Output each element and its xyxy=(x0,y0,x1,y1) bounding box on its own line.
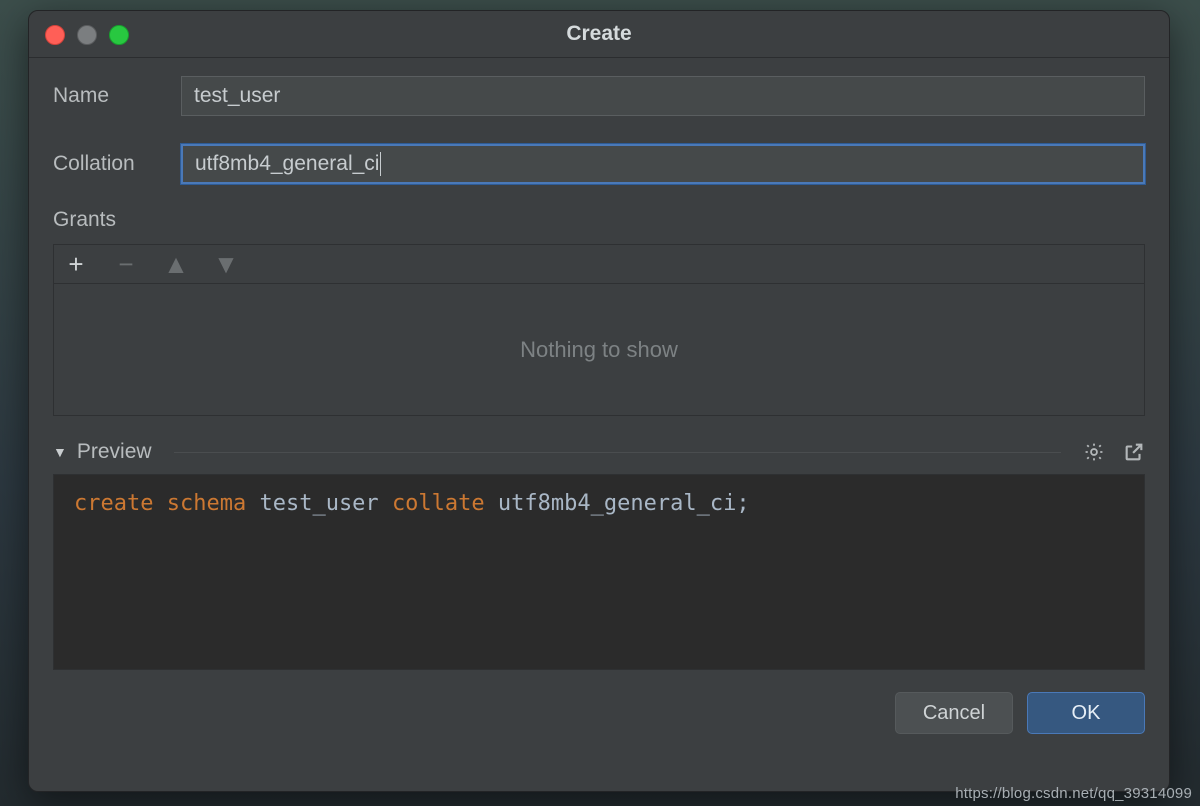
sql-kw-create: create xyxy=(74,491,153,516)
move-up-icon: ▲ xyxy=(164,251,188,277)
collation-value: utf8mb4_general_ci xyxy=(195,152,379,176)
sql-kw-collate: collate xyxy=(392,491,485,516)
add-icon[interactable]: + xyxy=(64,251,88,277)
dialog-buttons: Cancel OK xyxy=(53,692,1145,734)
preview-header: ▼ Preview xyxy=(53,440,1145,464)
row-name: Name xyxy=(53,76,1145,116)
sql-id-collation: utf8mb4_general_ci xyxy=(498,491,736,516)
create-dialog: Create Name Collation utf8mb4_general_ci… xyxy=(28,10,1170,792)
divider xyxy=(174,452,1061,453)
collation-input[interactable]: utf8mb4_general_ci xyxy=(181,144,1145,184)
grants-label: Grants xyxy=(53,208,1145,232)
chevron-down-icon[interactable]: ▼ xyxy=(53,444,67,460)
sql-preview[interactable]: create schema test_user collate utf8mb4_… xyxy=(53,474,1145,670)
grants-empty-text: Nothing to show xyxy=(54,284,1144,415)
remove-icon: − xyxy=(114,251,138,277)
name-input[interactable] xyxy=(181,76,1145,116)
ok-button[interactable]: OK xyxy=(1027,692,1145,734)
minimize-icon[interactable] xyxy=(77,25,97,45)
maximize-icon[interactable] xyxy=(109,25,129,45)
cancel-button[interactable]: Cancel xyxy=(895,692,1013,734)
window-controls xyxy=(45,25,129,45)
gear-icon[interactable] xyxy=(1083,441,1105,463)
collation-label: Collation xyxy=(53,152,181,176)
dialog-title: Create xyxy=(566,22,631,46)
sql-kw-schema: schema xyxy=(167,491,246,516)
watermark-text: https://blog.csdn.net/qq_39314099 xyxy=(955,785,1192,802)
name-label: Name xyxy=(53,84,181,108)
move-down-icon: ▼ xyxy=(214,251,238,277)
row-collation: Collation utf8mb4_general_ci xyxy=(53,144,1145,184)
preview-label: Preview xyxy=(77,440,152,464)
grants-toolbar: + − ▲ ▼ xyxy=(54,245,1144,284)
preview-actions xyxy=(1083,441,1145,463)
open-external-icon[interactable] xyxy=(1123,441,1145,463)
grants-panel: + − ▲ ▼ Nothing to show xyxy=(53,244,1145,416)
sql-terminator: ; xyxy=(736,491,749,516)
text-cursor xyxy=(380,152,381,176)
dialog-body: Name Collation utf8mb4_general_ci Grants… xyxy=(29,58,1169,791)
titlebar: Create xyxy=(29,11,1169,58)
sql-id-name: test_user xyxy=(259,491,378,516)
close-icon[interactable] xyxy=(45,25,65,45)
